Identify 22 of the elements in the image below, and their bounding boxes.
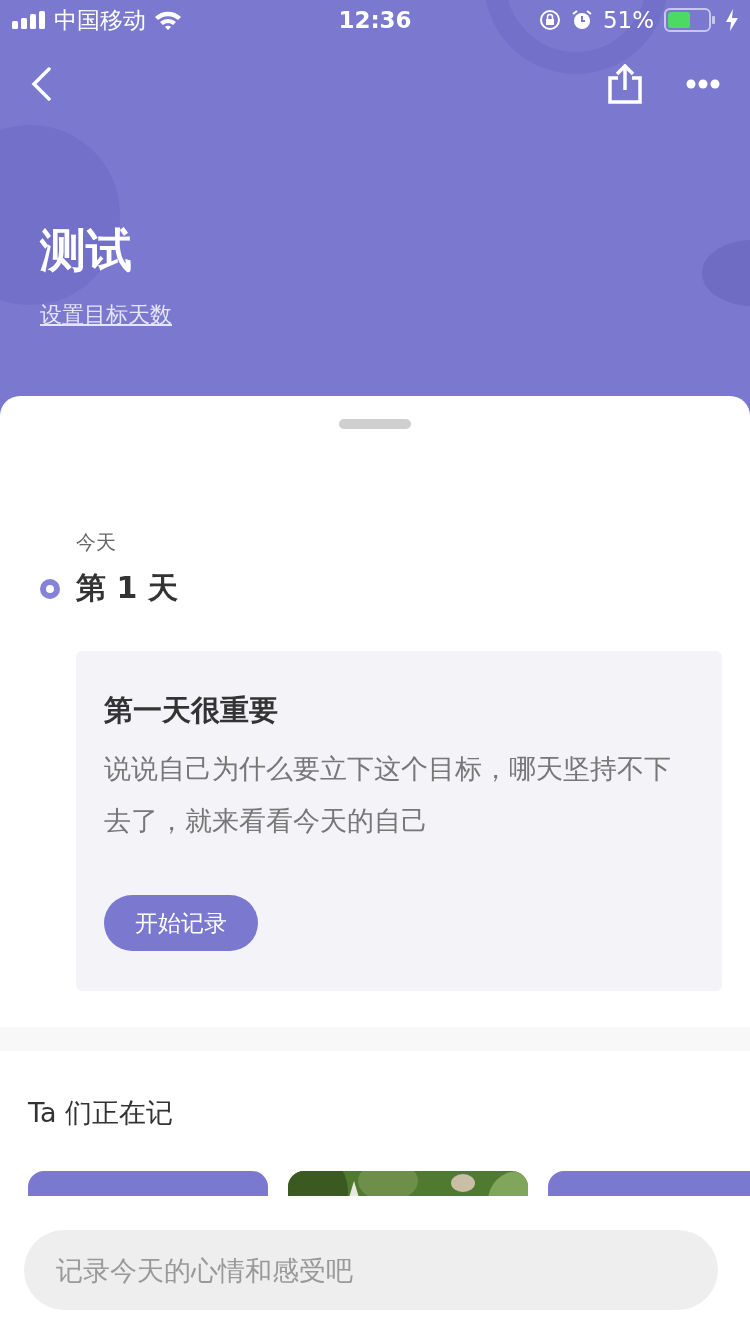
share-icon[interactable] xyxy=(608,64,642,104)
battery-percent: 51% xyxy=(602,7,654,33)
charging-icon xyxy=(726,9,738,31)
page-title: 测试 xyxy=(40,222,132,279)
battery-icon xyxy=(664,8,716,32)
start-record-button[interactable]: 开始记录 xyxy=(104,895,258,951)
back-icon[interactable] xyxy=(30,67,52,101)
more-icon[interactable] xyxy=(686,79,720,89)
clock-time: 12:36 xyxy=(338,7,412,33)
alarm-icon xyxy=(570,9,593,31)
rotation-lock-icon xyxy=(538,9,561,31)
card-title: 第一天很重要 xyxy=(104,692,279,729)
card-text: 说说自己为什么要立下这个目标，哪天坚持不下去了，就来看看今天的自己 xyxy=(104,752,672,838)
mood-input-field[interactable]: 记录今天的心情和感受吧 xyxy=(24,1230,718,1310)
day-label: 第 1 天 xyxy=(76,569,178,607)
carrier-name: 中国移动 xyxy=(54,5,146,35)
section-heading: Ta 们正在记 xyxy=(28,1096,175,1130)
signal-icon xyxy=(12,11,46,29)
wifi-icon xyxy=(154,10,182,30)
drag-handle[interactable] xyxy=(339,419,411,429)
date-label: 今天 xyxy=(76,529,117,556)
set-goal-link[interactable]: 设置目标天数 xyxy=(40,300,172,330)
